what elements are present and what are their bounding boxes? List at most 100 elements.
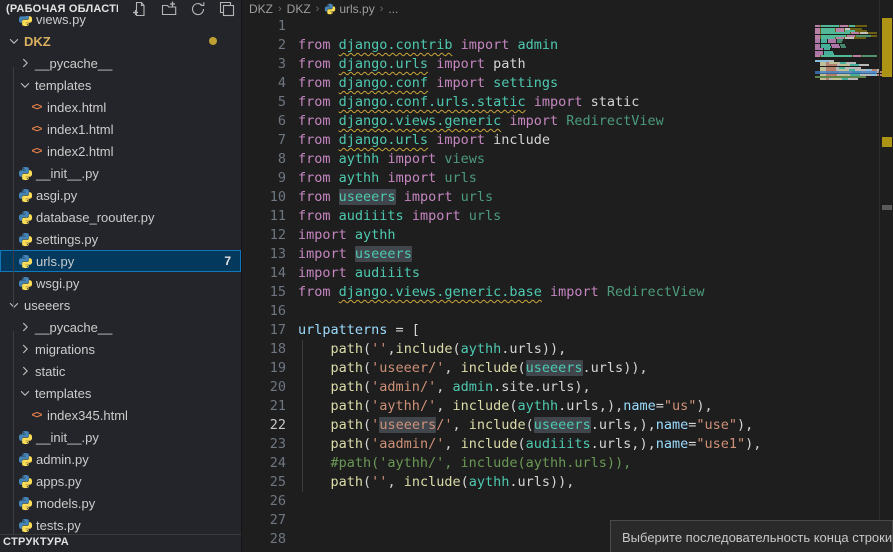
breadcrumb-separator: › (379, 3, 385, 15)
line-number: 7 (242, 131, 286, 150)
breadcrumb-separator: › (277, 3, 283, 15)
tree-file-index1-html[interactable]: <>index1.html (0, 118, 241, 140)
code-indent-guide (302, 340, 303, 492)
tree-item-label: views.py (36, 15, 86, 27)
code-line: #path('aythh/', include(aythh.urls)), (298, 454, 761, 473)
line-number: 9 (242, 169, 286, 188)
tree-item-label: index.html (47, 100, 106, 115)
html-icon: <> (32, 146, 42, 157)
line-number: 13 (242, 245, 286, 264)
tree-folder-templates[interactable]: templates (0, 382, 241, 404)
minimap[interactable] (815, 11, 877, 211)
code-line: path('', include(aythh.urls)), (298, 473, 761, 492)
line-number: 16 (242, 302, 286, 321)
tree-folder-templates[interactable]: templates (0, 74, 241, 96)
python-icon (18, 518, 33, 533)
ruler-mark (882, 205, 892, 210)
code-line: path('useeers/', include(useeers.urls,),… (298, 416, 761, 435)
tree-item-label: index2.html (47, 144, 113, 159)
python-icon (18, 188, 33, 203)
minimap-line (815, 55, 877, 57)
tree-file-index2-html[interactable]: <> index2.html (0, 140, 241, 162)
breadcrumb-item[interactable]: ... (388, 2, 398, 16)
line-number: 26 (242, 492, 286, 511)
refresh-icon (190, 1, 206, 17)
outline-section-header[interactable]: СТРУКТУРА (0, 534, 241, 552)
tree-file-admin-py[interactable]: admin.py (0, 448, 241, 470)
new-file-button[interactable] (132, 1, 148, 17)
code-line: from django.conf.urls.static import stat… (298, 93, 761, 112)
overview-ruler[interactable] (879, 0, 893, 552)
tree-item-label: settings.py (36, 232, 98, 247)
tree-file-database-roouter-py[interactable]: database_roouter.py (0, 206, 241, 228)
line-number: 14 (242, 264, 286, 283)
modified-dot-icon (209, 37, 217, 45)
new-folder-button[interactable] (161, 1, 177, 17)
code-line: from audiiits import urls (298, 207, 761, 226)
python-icon (18, 166, 33, 181)
tree-file-wsgi-py[interactable]: wsgi.py (0, 272, 241, 294)
code-line: from django.urls import include (298, 131, 761, 150)
tree-folder-migrations[interactable]: migrations (0, 338, 241, 360)
line-number: 10 (242, 188, 286, 207)
code-line: urlpatterns = [ (298, 321, 761, 340)
tree-file-index-html[interactable]: <> index.html (0, 96, 241, 118)
line-number: 4 (242, 74, 286, 93)
tree-file-tests-py[interactable]: tests.py (0, 514, 241, 536)
line-number: 1 (242, 17, 286, 36)
code-line: path('',include(aythh.urls)), (298, 340, 761, 359)
tree-file-views-py[interactable]: views.py (0, 15, 241, 30)
tree-item-label: database_roouter.py (36, 210, 155, 225)
tree-file--init-py[interactable]: __init__.py (0, 162, 241, 184)
code-line: path('admin/', admin.site.urls), (298, 378, 761, 397)
tree-file-urls-py[interactable]: urls.py7 (0, 250, 241, 272)
line-number: 25 (242, 473, 286, 492)
python-icon (18, 474, 33, 489)
line-number: 18 (242, 340, 286, 359)
tree-item-label: wsgi.py (36, 276, 79, 291)
tree-item-label: templates (35, 78, 91, 93)
tree-file-apps-py[interactable]: apps.py (0, 470, 241, 492)
python-icon (18, 276, 33, 291)
tree-file-index345-html[interactable]: <>index345.html (0, 404, 241, 426)
tree-folder--pycache-[interactable]: __pycache__ (0, 316, 241, 338)
code-line: from django.conf import settings (298, 74, 761, 93)
tree-file--init-py[interactable]: __init__.py (0, 426, 241, 448)
tree-file-models-py[interactable]: models.py (0, 492, 241, 514)
explorer-section-header[interactable]: (РАБОЧАЯ ОБЛАСТЬ) ... (0, 0, 241, 16)
tree-folder-dkz[interactable]: DKZ (0, 30, 241, 52)
breadcrumb: DKZ›DKZ›urls.py›... (242, 0, 893, 17)
python-icon (18, 254, 33, 269)
code-line: path('useeer/', include(useeers.urls)), (298, 359, 761, 378)
indent-guide (13, 67, 14, 309)
tree-item-label: asgi.py (36, 188, 77, 203)
refresh-button[interactable] (190, 1, 206, 17)
line-number: 20 (242, 378, 286, 397)
breadcrumb-item[interactable]: DKZ (249, 2, 273, 16)
collapse-all-button[interactable] (219, 1, 235, 17)
tree-item-label: index345.html (47, 408, 128, 423)
ruler-mark (882, 18, 892, 77)
python-icon (324, 3, 336, 15)
tree-folder-static[interactable]: static (0, 360, 241, 382)
line-number: 8 (242, 150, 286, 169)
line-number: 12 (242, 226, 286, 245)
tree-folder--pycache-[interactable]: __pycache__ (0, 52, 241, 74)
breadcrumb-item[interactable]: urls.py (324, 2, 374, 16)
line-number-gutter[interactable]: 1234567891011121314151617181920212223242… (242, 17, 286, 549)
tree-item-label: tests.py (36, 518, 81, 533)
tree-folder-useeers[interactable]: useeers (0, 294, 241, 316)
code-content[interactable]: from django.contrib import adminfrom dja… (298, 17, 761, 549)
chevron-right-icon (18, 342, 32, 356)
html-icon: <> (32, 102, 42, 113)
collapse-all-icon (219, 1, 235, 17)
tree-file-asgi-py[interactable]: asgi.py (0, 184, 241, 206)
code-line: from useeers import urls (298, 188, 761, 207)
tree-file-settings-py[interactable]: settings.py (0, 228, 241, 250)
breadcrumb-separator: › (315, 3, 321, 15)
line-number: 6 (242, 112, 286, 131)
breadcrumb-item[interactable]: DKZ (287, 2, 311, 16)
code-line: import audiiits (298, 264, 761, 283)
python-icon (18, 452, 33, 467)
line-number: 23 (242, 435, 286, 454)
